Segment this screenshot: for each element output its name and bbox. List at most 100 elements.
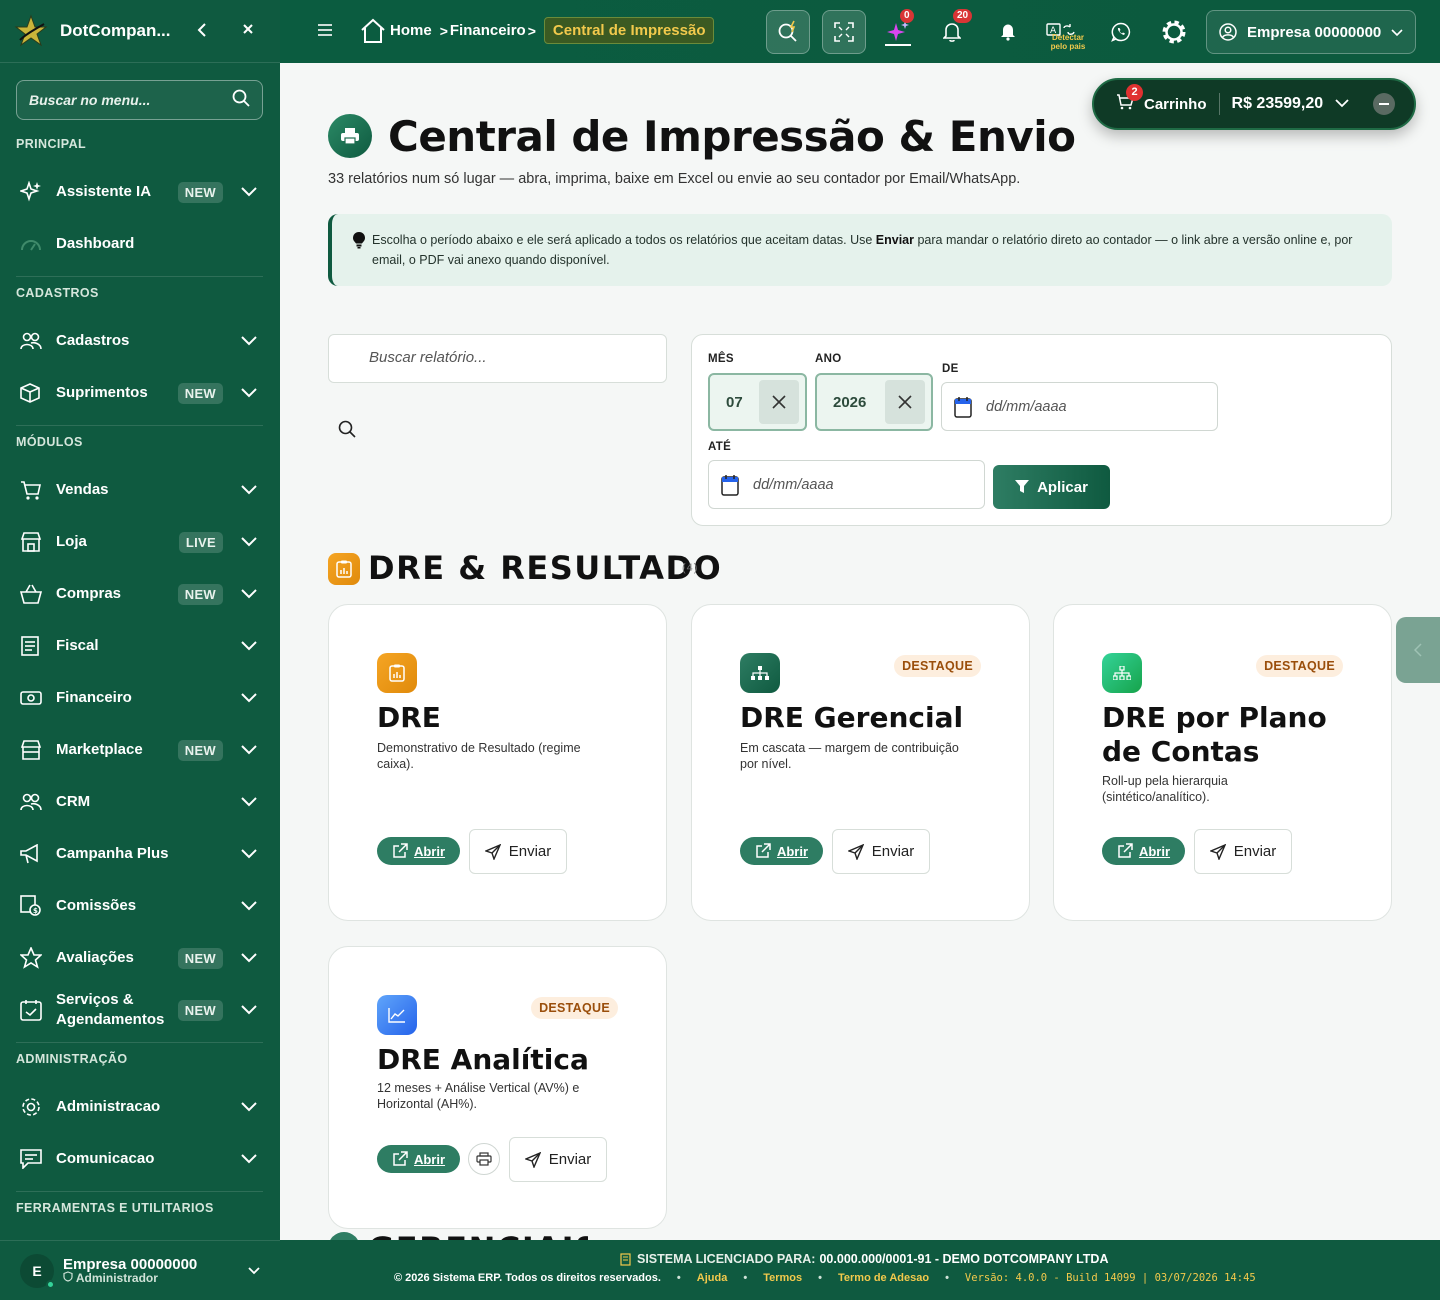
send-report-button[interactable]: Enviar [1194,829,1292,874]
sidebar-item-label: Dashboard [56,235,135,252]
page-subtitle: 33 relatórios num só lugar — abra, impri… [328,171,1021,187]
chat-icon [16,1149,48,1169]
apply-filters-button[interactable]: Aplicar [993,465,1110,509]
sidebar-item-administracao[interactable]: Administracao [16,1087,263,1127]
search-icon[interactable] [232,89,250,112]
minimize-cart-button[interactable] [1373,93,1396,115]
year-select[interactable]: 2026 [815,373,933,431]
open-report-button[interactable]: Abrir [1102,837,1185,865]
sidebar-item-cadastros[interactable]: Cadastros [16,321,263,361]
sidebar-item-loja[interactable]: Loja LIVE [16,522,263,562]
sidebar-item-avaliacoes[interactable]: Avaliações NEW [16,938,263,978]
chevron-down-icon [241,586,257,603]
card-description: Roll-up pela hierarquia (sintético/analí… [1102,774,1228,804]
sidebar-item-label: Cadastros [56,332,130,349]
send-report-button[interactable]: Enviar [469,829,567,874]
quick-search-button[interactable] [766,10,810,54]
close-sidebar-button[interactable] [238,22,258,40]
alerts-button[interactable] [993,18,1023,46]
chevron-down-icon [241,846,257,863]
send-label: Enviar [548,1151,592,1168]
sidebar-item-marketplace[interactable]: Marketplace NEW [16,730,263,770]
lightbulb-icon [352,231,366,255]
side-panel-toggle[interactable] [1396,617,1440,683]
star-icon [16,947,48,969]
report-search-box [328,334,667,383]
menu-toggle-button[interactable] [316,22,334,43]
terms-link[interactable]: Termos [763,1272,802,1284]
sidebar-divider [16,425,263,426]
next-section-peek: GERENCIAIS [328,1228,588,1240]
chevron-down-icon[interactable] [1335,95,1349,113]
whatsapp-icon [1111,22,1131,42]
megaphone-icon [16,844,48,864]
active-underline [885,44,911,46]
ai-sparkles-button[interactable]: 0 [883,9,914,46]
sparkles-icon [16,181,48,203]
sidebar-item-fiscal[interactable]: Fiscal [16,626,263,666]
send-label: Enviar [508,843,552,860]
hierarchy-icon [1102,653,1142,693]
open-report-button[interactable]: Abrir [377,1145,460,1173]
sidebar-item-suprimentos[interactable]: Suprimentos NEW [16,373,263,413]
send-label: Enviar [1233,843,1277,860]
to-date-input[interactable] [753,476,933,493]
open-label: Abrir [413,1151,446,1167]
adhesion-terms-link[interactable]: Termo de Adesao [838,1272,929,1284]
user-role-label: Administrador [75,1271,158,1285]
sidebar-item-comissoes[interactable]: $ Comissões [16,886,263,926]
user-info: Empresa 00000000 Administrador [63,1256,197,1285]
from-date-input[interactable] [986,398,1166,415]
cart-widget[interactable]: 2 Carrinho R$ 23599,20 [1092,78,1416,130]
settings-button[interactable] [1159,18,1189,46]
cart-total: R$ 23599,20 [1231,95,1324,112]
section-ferramentas: FERRAMENTAS E UTILITARIOS [16,1201,214,1215]
section-count: (4) [682,562,699,574]
sidebar-item-servicos-agendamentos[interactable]: Serviços & Agendamentos NEW [16,990,263,1030]
printer-badge-icon [328,114,372,158]
open-report-button[interactable]: Abrir [377,837,460,865]
sidebar-item-financeiro[interactable]: Financeiro [16,678,263,718]
clear-year-button[interactable] [885,380,925,424]
report-search-input[interactable] [369,349,649,366]
menu-search-input[interactable] [29,92,219,108]
open-report-button[interactable]: Abrir [740,837,823,865]
highlight-badge: DESTAQUE [531,997,618,1019]
breadcrumb-financeiro[interactable]: Financeiro [450,22,526,39]
print-report-button[interactable] [468,1143,500,1175]
section-cadastros: CADASTROS [16,286,99,300]
send-report-button[interactable]: Enviar [509,1137,607,1182]
sidebar-item-assistente-ia[interactable]: Assistente IA NEW [16,172,263,212]
hamburger-icon [318,24,332,36]
send-report-button[interactable]: Enviar [832,829,930,874]
user-menu[interactable]: E Empresa 00000000 Administrador [0,1240,280,1300]
from-date-label: DE [942,363,959,375]
card-title: DRE [377,701,441,734]
sidebar-item-crm[interactable]: CRM [16,782,263,822]
search-icon[interactable] [338,420,356,443]
month-value: 07 [726,393,743,411]
sidebar-item-label: Comissões [56,897,137,914]
sidebar-item-dashboard[interactable]: Dashboard [16,224,263,264]
sidebar-item-comunicacao[interactable]: Comunicacao [16,1139,263,1179]
collapse-sidebar-button[interactable] [192,21,212,42]
notifications-button[interactable]: 20 [937,9,973,46]
minus-icon [1379,103,1390,105]
fullscreen-button[interactable] [822,10,866,54]
chevron-down-icon [241,333,257,350]
external-link-icon [756,843,771,858]
breadcrumb-home[interactable]: Home [390,22,432,39]
whatsapp-button[interactable] [1106,18,1136,46]
home-icon[interactable] [360,18,386,44]
clear-month-button[interactable] [759,380,799,424]
help-link[interactable]: Ajuda [697,1272,728,1284]
month-select[interactable]: 07 [708,373,807,431]
chevron-down-icon [241,1099,257,1116]
company-selector[interactable]: Empresa 00000000 [1206,10,1416,54]
calendar-icon[interactable] [954,396,972,418]
calendar-icon[interactable] [721,474,739,496]
users-icon [16,332,48,350]
sidebar-item-vendas[interactable]: Vendas [16,470,263,510]
sidebar-item-campanha-plus[interactable]: Campanha Plus [16,834,263,874]
sidebar-item-compras[interactable]: Compras NEW [16,574,263,614]
